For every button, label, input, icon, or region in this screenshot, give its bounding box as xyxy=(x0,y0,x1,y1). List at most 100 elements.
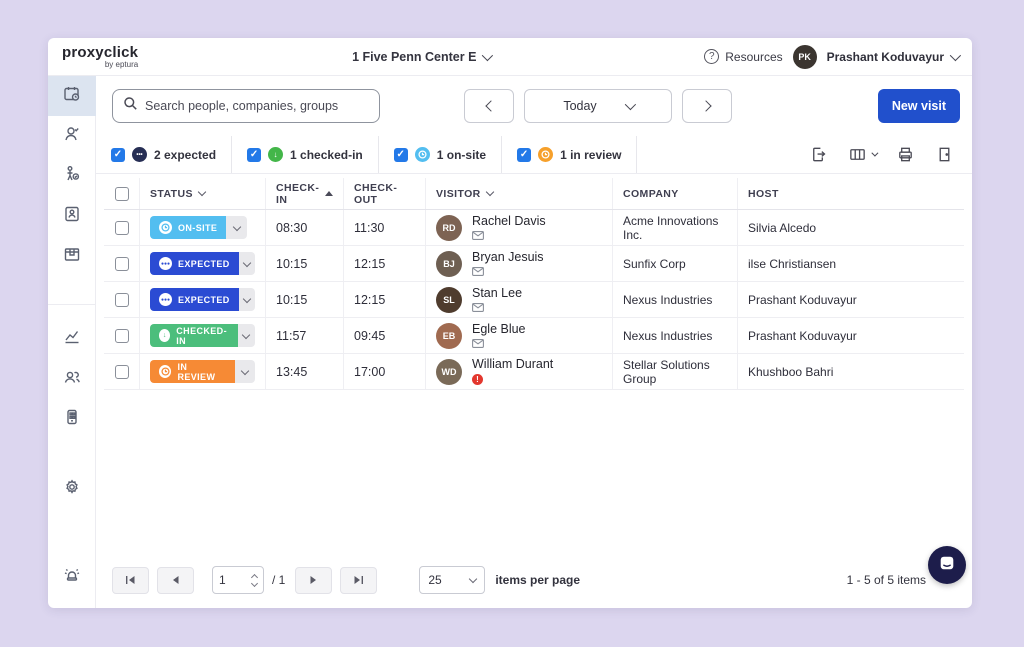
page-size-select[interactable]: 25 xyxy=(419,566,485,594)
visitor-avatar[interactable]: BJ xyxy=(436,251,462,277)
host-name: ilse Christiansen xyxy=(748,257,836,271)
sidebar-item-contractors[interactable] xyxy=(48,156,96,196)
visitor-avatar[interactable]: SL xyxy=(436,287,462,313)
visitor-name[interactable]: Stan Lee xyxy=(472,287,522,301)
location-selector[interactable]: 1 Five Penn Center E xyxy=(352,50,490,64)
status-dropdown[interactable] xyxy=(239,288,255,311)
search-box[interactable] xyxy=(112,89,380,123)
host-name: Silvia Alcedo xyxy=(748,221,816,235)
spinner-icon[interactable] xyxy=(252,575,257,586)
next-day-button[interactable] xyxy=(682,89,732,123)
status-dropdown[interactable] xyxy=(238,324,255,347)
sidebar-item-visitors[interactable] xyxy=(48,116,96,156)
checkbox-checked-icon[interactable]: ✓ xyxy=(111,148,125,162)
proxyclick-logo[interactable]: proxyclick by eptura xyxy=(62,45,138,69)
column-header-check-in[interactable]: CHECK-IN xyxy=(266,178,344,209)
page-number-input[interactable] xyxy=(212,566,264,594)
row-checkbox[interactable] xyxy=(115,221,129,235)
company-name: Stellar Solutions Group xyxy=(623,358,727,386)
visitor-name[interactable]: Bryan Jesuis xyxy=(472,251,544,265)
select-all-checkbox[interactable] xyxy=(115,187,129,201)
resources-label: Resources xyxy=(725,50,782,64)
chevron-down-icon xyxy=(469,575,477,583)
visitor-avatar[interactable]: EB xyxy=(436,323,462,349)
sidebar-item-deliveries[interactable] xyxy=(48,236,96,276)
print-icon[interactable] xyxy=(896,145,915,164)
row-checkbox[interactable] xyxy=(115,365,129,379)
people-group-icon xyxy=(62,367,82,392)
kiosk-device-icon xyxy=(62,407,82,432)
visitor-name[interactable]: William Durant xyxy=(472,358,553,372)
last-page-button[interactable] xyxy=(340,567,377,594)
sidebar-item-emergency[interactable] xyxy=(48,556,96,596)
check-out-time: 12:15 xyxy=(354,257,385,271)
table-row: ON-SITE 08:30 11:30 RD Rachel Davis Acme… xyxy=(104,210,964,246)
sidebar-item-contacts[interactable] xyxy=(48,196,96,236)
chevron-down-icon xyxy=(198,188,206,196)
column-header-check-out[interactable]: CHECK-OUT xyxy=(344,178,426,209)
row-checkbox[interactable] xyxy=(115,329,129,343)
columns-icon[interactable] xyxy=(848,145,876,164)
column-header-company[interactable]: COMPANY xyxy=(613,178,738,209)
date-dropdown[interactable]: Today xyxy=(524,89,672,123)
next-page-button[interactable] xyxy=(295,567,332,594)
resources-button[interactable]: ? Resources xyxy=(704,49,782,64)
visitor-name[interactable]: Rachel Davis xyxy=(472,215,546,229)
email-icon xyxy=(472,303,522,312)
on-site-status-icon xyxy=(415,147,430,162)
table-header-row: STATUS CHECK-IN CHECK-OUT VISITOR COMPAN… xyxy=(104,178,964,210)
status-dropdown[interactable] xyxy=(226,216,247,239)
sort-ascending-icon xyxy=(325,191,333,196)
row-checkbox[interactable] xyxy=(115,293,129,307)
user-menu[interactable]: Prashant Koduvayur xyxy=(827,50,958,64)
main-content: Today New visit ✓ ••• 2 expected ✓ ↓ 1 xyxy=(96,76,972,608)
column-header-host[interactable]: HOST xyxy=(738,178,964,209)
status-filter-bar: ✓ ••• 2 expected ✓ ↓ 1 checked-in ✓ 1 on… xyxy=(96,136,972,174)
export-icon[interactable] xyxy=(809,145,828,164)
filter-on-site[interactable]: ✓ 1 on-site xyxy=(379,136,502,173)
visitor-avatar[interactable]: WD xyxy=(436,359,462,385)
checkbox-checked-icon[interactable]: ✓ xyxy=(394,148,408,162)
chevron-down-icon xyxy=(624,99,635,110)
status-dropdown[interactable] xyxy=(239,252,255,275)
status-dropdown[interactable] xyxy=(235,360,255,383)
column-header-status[interactable]: STATUS xyxy=(140,178,266,209)
status-badge[interactable]: ↓CHECKED-IN xyxy=(150,324,255,347)
prev-page-button[interactable] xyxy=(157,567,194,594)
filter-expected[interactable]: ✓ ••• 2 expected xyxy=(96,136,232,173)
status-badge[interactable]: ●●●EXPECTED xyxy=(150,288,255,311)
column-header-visitor[interactable]: VISITOR xyxy=(426,178,613,209)
search-input[interactable] xyxy=(145,99,369,113)
chevron-down-icon xyxy=(950,49,961,60)
chat-launcher-button[interactable] xyxy=(928,546,966,584)
dots-icon: ●●● xyxy=(159,257,172,270)
row-checkbox[interactable] xyxy=(115,257,129,271)
check-out-time: 11:30 xyxy=(354,221,384,235)
chevron-down-icon xyxy=(871,150,878,157)
table-row: ●●●EXPECTED 10:15 12:15 BJ Bryan Jesuis … xyxy=(104,246,964,282)
sidebar-item-analytics[interactable] xyxy=(48,319,96,359)
sidebar-item-people[interactable] xyxy=(48,359,96,399)
checkbox-checked-icon[interactable]: ✓ xyxy=(247,148,261,162)
page-number-field[interactable] xyxy=(219,573,245,587)
visitor-avatar[interactable]: RD xyxy=(436,215,462,241)
filter-checked-in[interactable]: ✓ ↓ 1 checked-in xyxy=(232,136,379,173)
status-badge[interactable]: IN REVIEW xyxy=(150,360,255,383)
visitor-name[interactable]: Egle Blue xyxy=(472,323,526,337)
door-icon[interactable] xyxy=(935,145,954,164)
top-bar: proxyclick by eptura 1 Five Penn Center … xyxy=(48,38,972,76)
status-badge[interactable]: ●●●EXPECTED xyxy=(150,252,255,275)
checkbox-checked-icon[interactable]: ✓ xyxy=(517,148,531,162)
sidebar-item-settings[interactable] xyxy=(48,469,96,509)
user-avatar[interactable]: PK xyxy=(793,45,817,69)
total-pages-label: / 1 xyxy=(272,573,285,587)
email-icon xyxy=(472,267,544,276)
user-name: Prashant Koduvayur xyxy=(827,50,944,64)
sidebar-item-devices[interactable] xyxy=(48,399,96,439)
sidebar-item-visits[interactable] xyxy=(48,76,96,116)
new-visit-button[interactable]: New visit xyxy=(878,89,960,123)
first-page-button[interactable] xyxy=(112,567,149,594)
status-badge[interactable]: ON-SITE xyxy=(150,216,247,239)
filter-in-review[interactable]: ✓ 1 in review xyxy=(502,136,637,173)
prev-day-button[interactable] xyxy=(464,89,514,123)
